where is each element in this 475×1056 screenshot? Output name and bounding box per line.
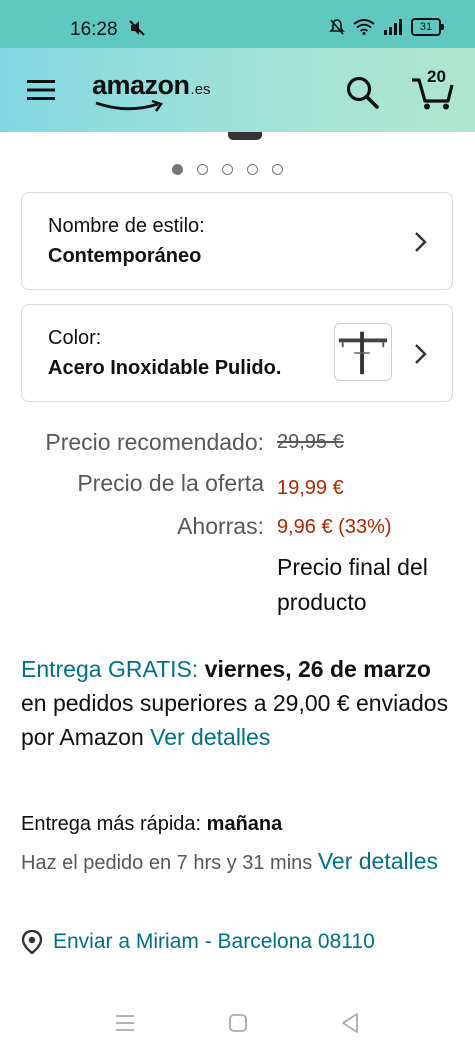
carousel-dots[interactable] [172, 164, 283, 175]
carousel-dot[interactable] [272, 164, 283, 175]
delivery-details-link[interactable]: Ver detalles [150, 724, 270, 750]
free-delivery-label: Entrega GRATIS: [21, 656, 199, 682]
style-option-value: Contemporáneo [48, 245, 202, 267]
home-icon[interactable] [228, 1013, 248, 1033]
logo-tld: .es [190, 81, 211, 98]
final-price-note: Precio final del producto [277, 554, 428, 615]
recommended-price-label: Precio recomendado: [45, 429, 264, 455]
mute-icon [129, 20, 145, 36]
notification-off-icon [329, 19, 345, 35]
color-swatch-thumbnail [334, 323, 392, 381]
signal-icon [384, 19, 402, 35]
style-option-label: Nombre de estilo: [48, 215, 205, 237]
wifi-icon [353, 19, 375, 35]
offer-price-value: 19,99 € [277, 477, 344, 499]
app-header: amazon.es 20 [0, 48, 475, 132]
order-countdown: Haz el pedido en 7 hrs y 31 mins Ver det… [21, 845, 461, 880]
order-countdown-text: Haz el pedido en 7 hrs y 31 mins [21, 852, 313, 874]
recommended-price-value: 29,95 € [277, 431, 344, 453]
back-icon[interactable] [340, 1012, 360, 1034]
clock: 16:28 [70, 19, 118, 40]
location-pin-icon [21, 930, 43, 954]
color-option-card[interactable]: Color: Acero Inoxidable Pulido. [21, 304, 453, 402]
ship-to-text: Enviar a Miriam - Barcelona 08110 [53, 930, 375, 953]
ship-to-location[interactable]: Enviar a Miriam - Barcelona 08110 [21, 930, 375, 954]
system-nav-bar [0, 1000, 475, 1056]
savings-label: Ahorras: [177, 513, 264, 539]
battery-icon: 31 [411, 18, 444, 36]
fastest-delivery: Entrega más rápida: mañana [21, 813, 282, 836]
cart-count: 20 [427, 67, 446, 86]
savings-value: 9,96 € (33%) [277, 516, 392, 538]
logo-word: amazon [92, 70, 190, 100]
status-icons: 31 [329, 18, 444, 36]
color-option-value: Acero Inoxidable Pulido. [48, 357, 282, 379]
logo-smile-icon [95, 100, 164, 112]
fastest-delivery-when: mañana [206, 813, 283, 835]
style-option-card[interactable]: Nombre de estilo: Contemporáneo [21, 192, 453, 290]
product-image-edge [228, 132, 262, 140]
color-option-label: Color: [48, 327, 102, 349]
offer-price-label: Precio de la oferta [77, 470, 264, 496]
fastest-delivery-label: Entrega más rápida: [21, 813, 202, 835]
carousel-dot[interactable] [247, 164, 258, 175]
hamburger-menu-icon[interactable] [27, 79, 55, 101]
chevron-right-icon [415, 232, 427, 252]
carousel-dot[interactable] [222, 164, 233, 175]
fastest-details-link[interactable]: Ver detalles [318, 848, 438, 874]
delivery-date: viernes, 26 de marzo [204, 656, 431, 682]
amazon-logo[interactable]: amazon.es [92, 70, 211, 112]
delivery-info: Entrega GRATIS: viernes, 26 de marzo en … [21, 652, 461, 754]
carousel-dot[interactable] [172, 164, 183, 175]
cart-button[interactable]: 20 [410, 67, 456, 112]
search-icon[interactable] [345, 75, 379, 109]
status-bar: 16:28 31 [0, 0, 475, 48]
recent-apps-icon[interactable] [114, 1014, 136, 1032]
carousel-dot[interactable] [197, 164, 208, 175]
chevron-right-icon [415, 344, 427, 364]
